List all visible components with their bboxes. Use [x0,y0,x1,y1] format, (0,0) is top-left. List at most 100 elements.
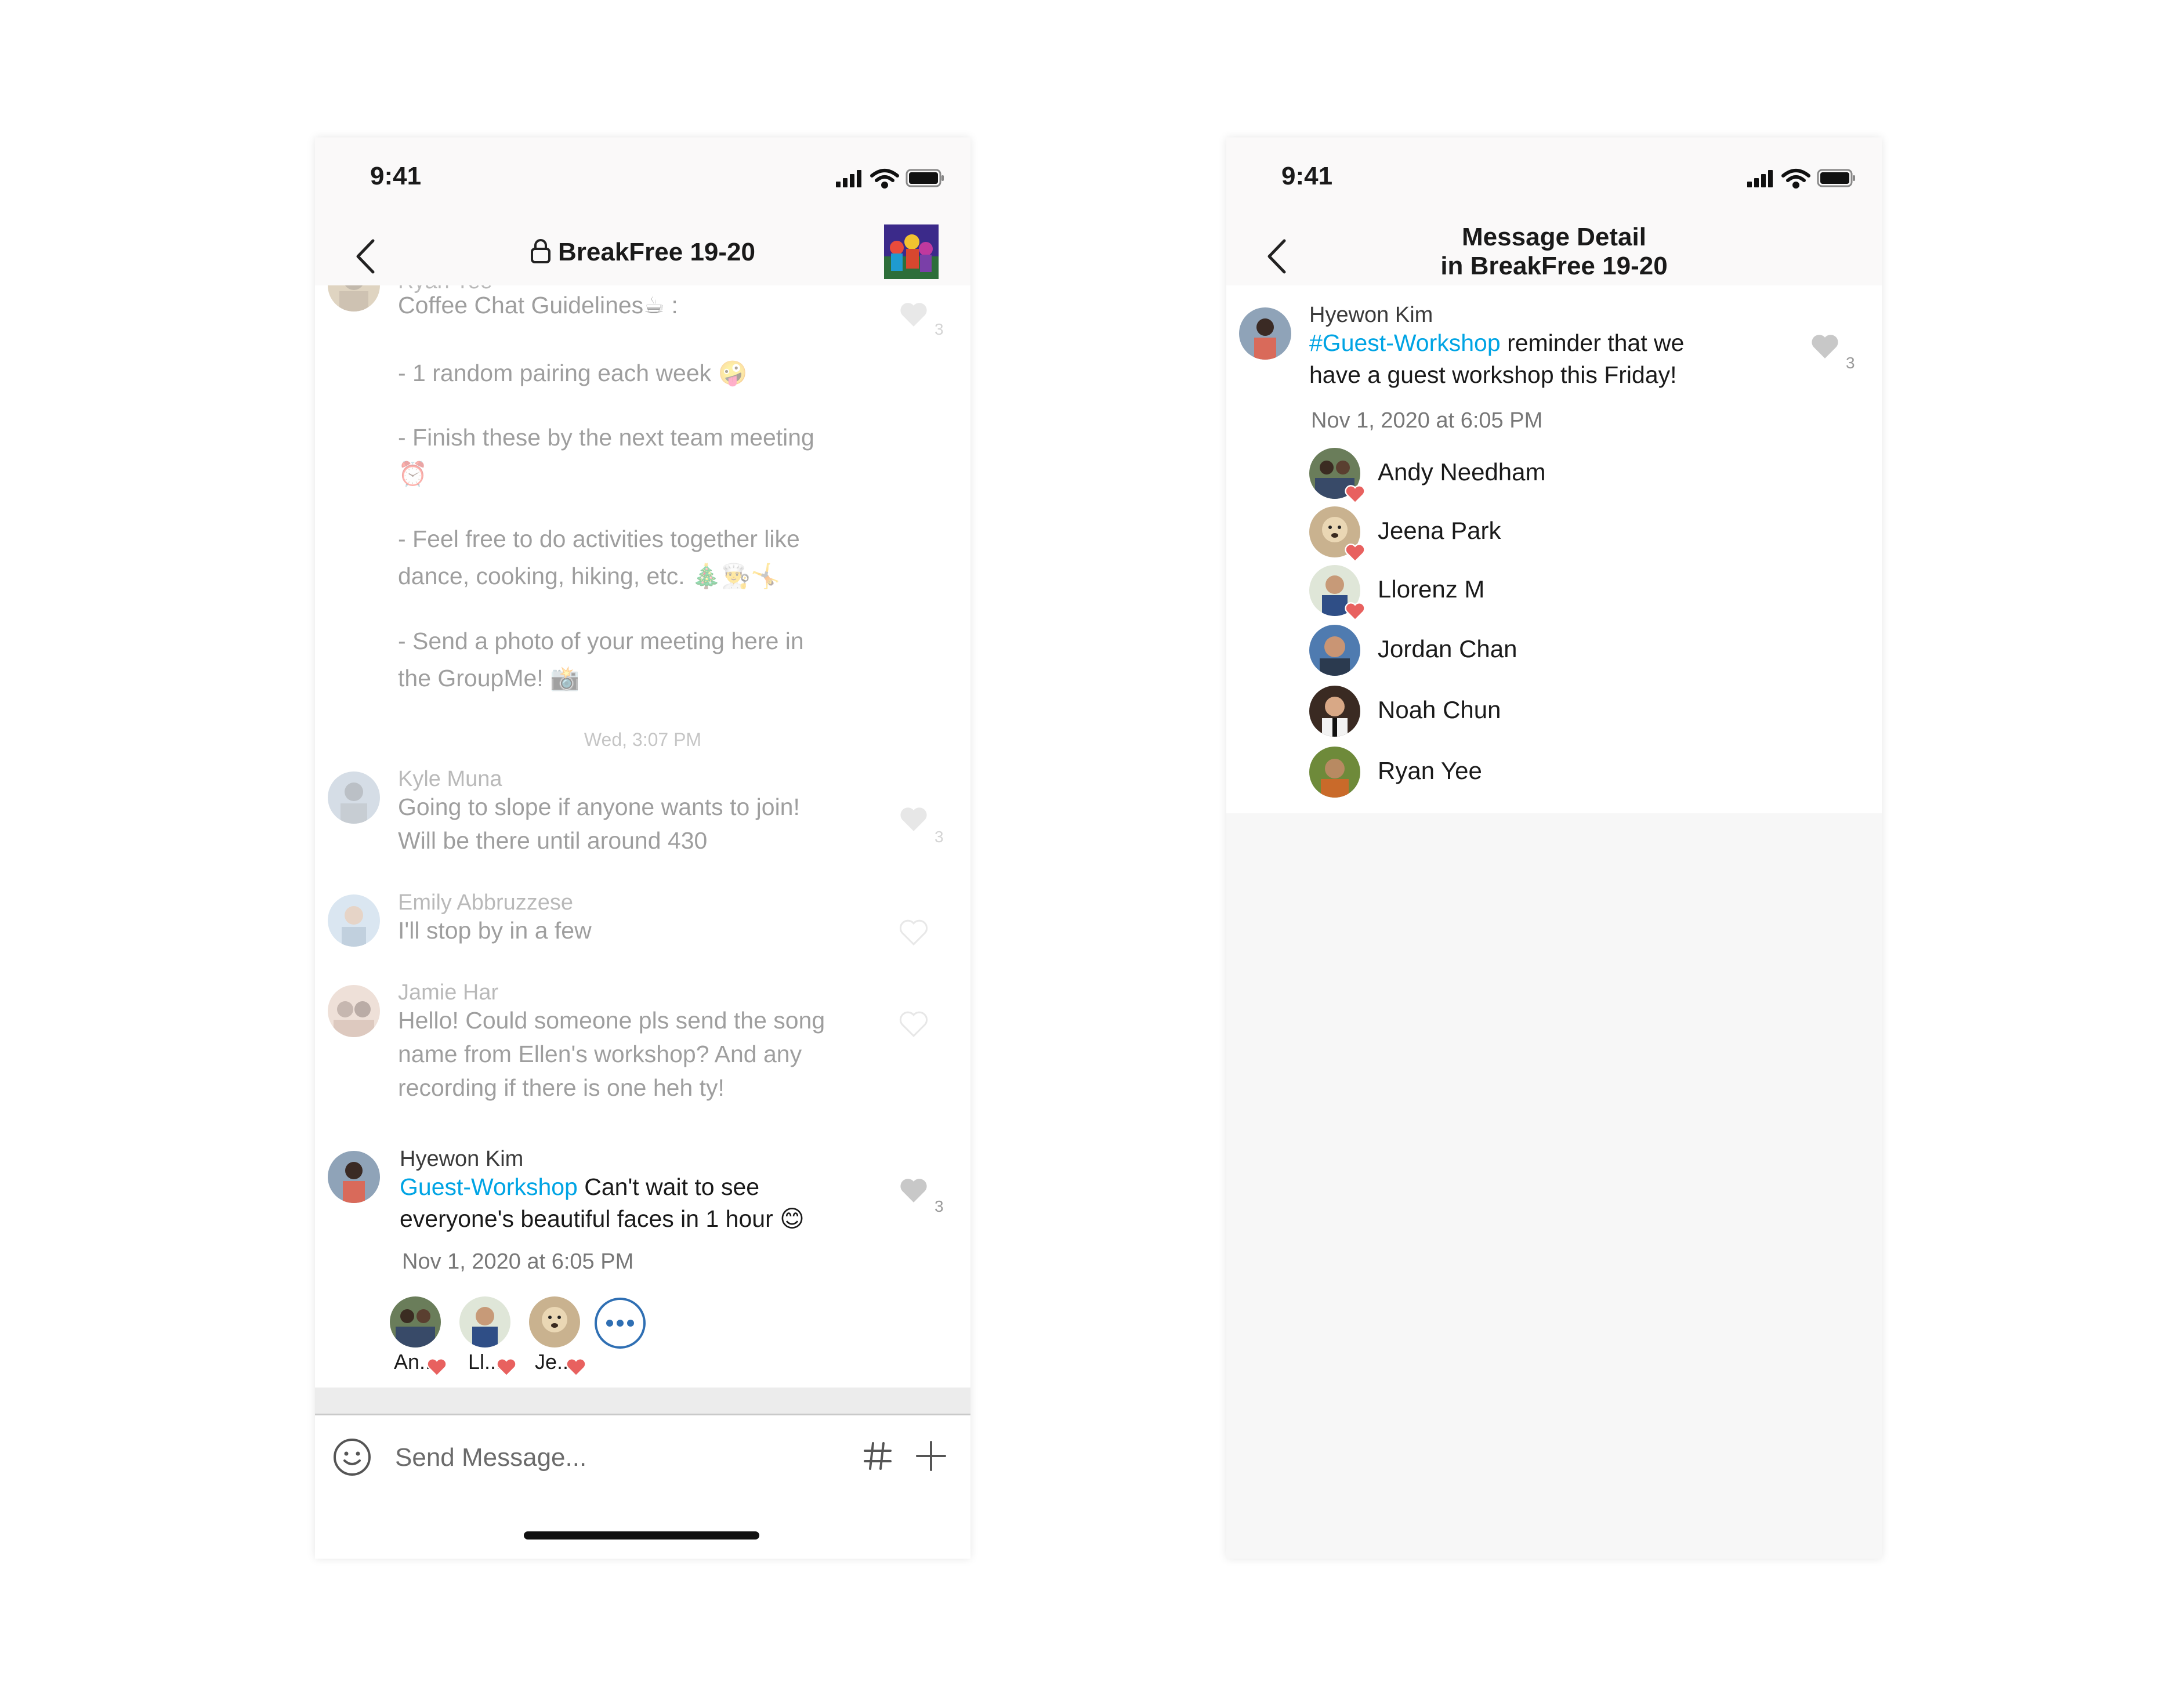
status-time: 9:41 [370,162,422,190]
message-input[interactable]: Send Message... [395,1443,586,1472]
message-detail-screen: 9:41 Message Detail in BreakFree 19-20 H… [1226,137,1882,1559]
message-timestamp: Nov 1, 2020 at 6:05 PM [1311,408,1543,433]
liker-row[interactable]: Jordan Chan [1309,625,1773,677]
liker-row[interactable]: Llorenz M [1309,565,1773,621]
liker-chip[interactable]: An... [386,1296,447,1377]
message-line: - Feel free to do activities together li… [398,526,800,552]
message-composer: Send Message... [315,1414,970,1559]
time-separator: Wed, 3:07 PM [584,729,702,750]
liker-avatar [529,1296,580,1347]
battery-icon [1817,169,1855,187]
liker-chip[interactable]: Ll... [456,1296,517,1377]
like-count: 3 [935,320,944,338]
hashtag-link[interactable]: Guest-Workshop [400,1173,578,1200]
avatar[interactable] [328,771,380,824]
status-time: 9:41 [1281,162,1333,190]
group-avatar[interactable] [884,224,939,279]
sender-name: Jamie Har [398,980,499,1005]
liker-name: Ryan Yee [1378,757,1482,784]
wifi-icon [1781,169,1810,189]
lock-icon [530,239,550,263]
liker-name: Jeena Park [1378,517,1501,544]
hashtag-icon[interactable] [861,1440,894,1472]
message-text: Hello! Could someone pls send the song n… [398,1007,825,1101]
sender-name: Hyewon Kim [400,1147,524,1171]
smiley-icon[interactable] [332,1437,372,1477]
plus-icon[interactable] [915,1440,947,1472]
liker-row[interactable]: Andy Needham [1309,448,1773,504]
heart-icon[interactable] [898,1009,929,1037]
sender-name: Emily Abbruzzese [398,890,574,915]
message-text-line: have a guest workshop this Friday! [1309,361,1677,388]
wifi-icon [870,169,899,189]
detail-panel: Hyewon Kim #Guest-Workshop reminder that… [1226,285,1882,813]
heart-icon[interactable] [1809,332,1841,360]
message-text: Guest-Workshop Can't wait to see [400,1170,759,1204]
message-line: - Finish these by the next team meeting [398,424,814,451]
feed-bottom-divider [315,1388,970,1414]
message-line: dance, cooking, hiking, etc. 🎄👨‍🍳🤸 [398,563,781,589]
liker-avatar [459,1296,510,1347]
heart-icon[interactable] [898,805,929,832]
message-line: Coffee Chat Guidelines☕ : [398,292,678,318]
like-count: 3 [935,1197,944,1215]
home-indicator [524,1531,759,1540]
detail-title-line1: Message Detail [1462,223,1646,251]
liker-avatar [1309,625,1360,676]
detail-header: Message Detail in BreakFree 19-20 [1226,222,1882,285]
detail-title-line2: in BreakFree 19-20 [1440,252,1668,280]
heart-badge-icon [566,1358,586,1377]
message-feed[interactable]: Ryan Yee Coffee Chat Guidelines☕ : - 1 r… [315,285,970,1414]
avatar[interactable] [328,285,380,311]
message-line: - 1 random pairing each week 🤪 [398,360,748,386]
avatar[interactable] [328,894,380,947]
signal-icon [1747,170,1773,187]
sender-name: Kyle Muna [398,767,502,791]
chat-header: BreakFree 19-20 [315,222,970,285]
detail-title: Message Detail in BreakFree 19-20 [1226,223,1882,281]
like-count: 3 [935,828,944,846]
hashtag-link[interactable]: #Guest-Workshop [1309,329,1501,356]
message-text: I'll stop by in a few [398,917,592,944]
heart-icon[interactable] [898,918,929,946]
liker-row[interactable]: Noah Chun [1309,686,1773,738]
heart-icon[interactable] [898,300,929,328]
message-text-part: Can't wait to see [577,1173,760,1200]
liker-name: Jordan Chan [1378,635,1517,662]
liker-name: Llorenz M [1378,575,1485,603]
liker-name: Noah Chun [1378,696,1501,723]
battery-icon [906,169,944,187]
chat-screen: 9:41 BreakFree 19-20 Coffee Chat Guideli… [315,137,970,1559]
status-icons [836,166,946,193]
message-line: the GroupMe! 📸 [398,665,580,691]
liker-row[interactable]: Jeena Park [1309,506,1773,563]
avatar[interactable] [328,985,380,1037]
heart-badge-icon [1345,602,1366,621]
message-text-line: everyone's beautiful faces in 1 hour 😊 [400,1205,805,1232]
liker-avatar [390,1296,441,1347]
like-count: 3 [1846,354,1855,372]
liker-avatar [1309,747,1360,798]
message-text: Going to slope if anyone wants to join! … [398,794,800,854]
message-line: ⏰ [398,461,428,487]
heart-badge-icon [1345,544,1366,563]
liker-name: Andy Needham [1378,458,1546,486]
signal-icon [836,170,861,187]
heart-badge-icon [1345,485,1366,504]
status-bar: 9:41 [1226,137,1882,222]
heart-icon[interactable] [898,1176,929,1204]
chat-title[interactable]: BreakFree 19-20 [315,238,970,267]
message-timestamp: Nov 1, 2020 at 6:05 PM [402,1249,634,1274]
avatar[interactable] [328,1151,380,1203]
message-text: #Guest-Workshop reminder that we [1309,326,1684,360]
heart-badge-icon [496,1358,517,1377]
message-line: - Send a photo of your meeting here in [398,628,804,654]
more-likers-button[interactable] [593,1296,647,1350]
avatar[interactable] [1239,307,1291,360]
heart-badge-icon [426,1358,447,1377]
liker-row[interactable]: Ryan Yee [1309,747,1773,799]
status-icons [1747,166,1857,193]
status-bar: 9:41 [315,137,970,222]
sender-name: Hyewon Kim [1309,303,1433,327]
liker-chip[interactable]: Je... [526,1296,586,1377]
